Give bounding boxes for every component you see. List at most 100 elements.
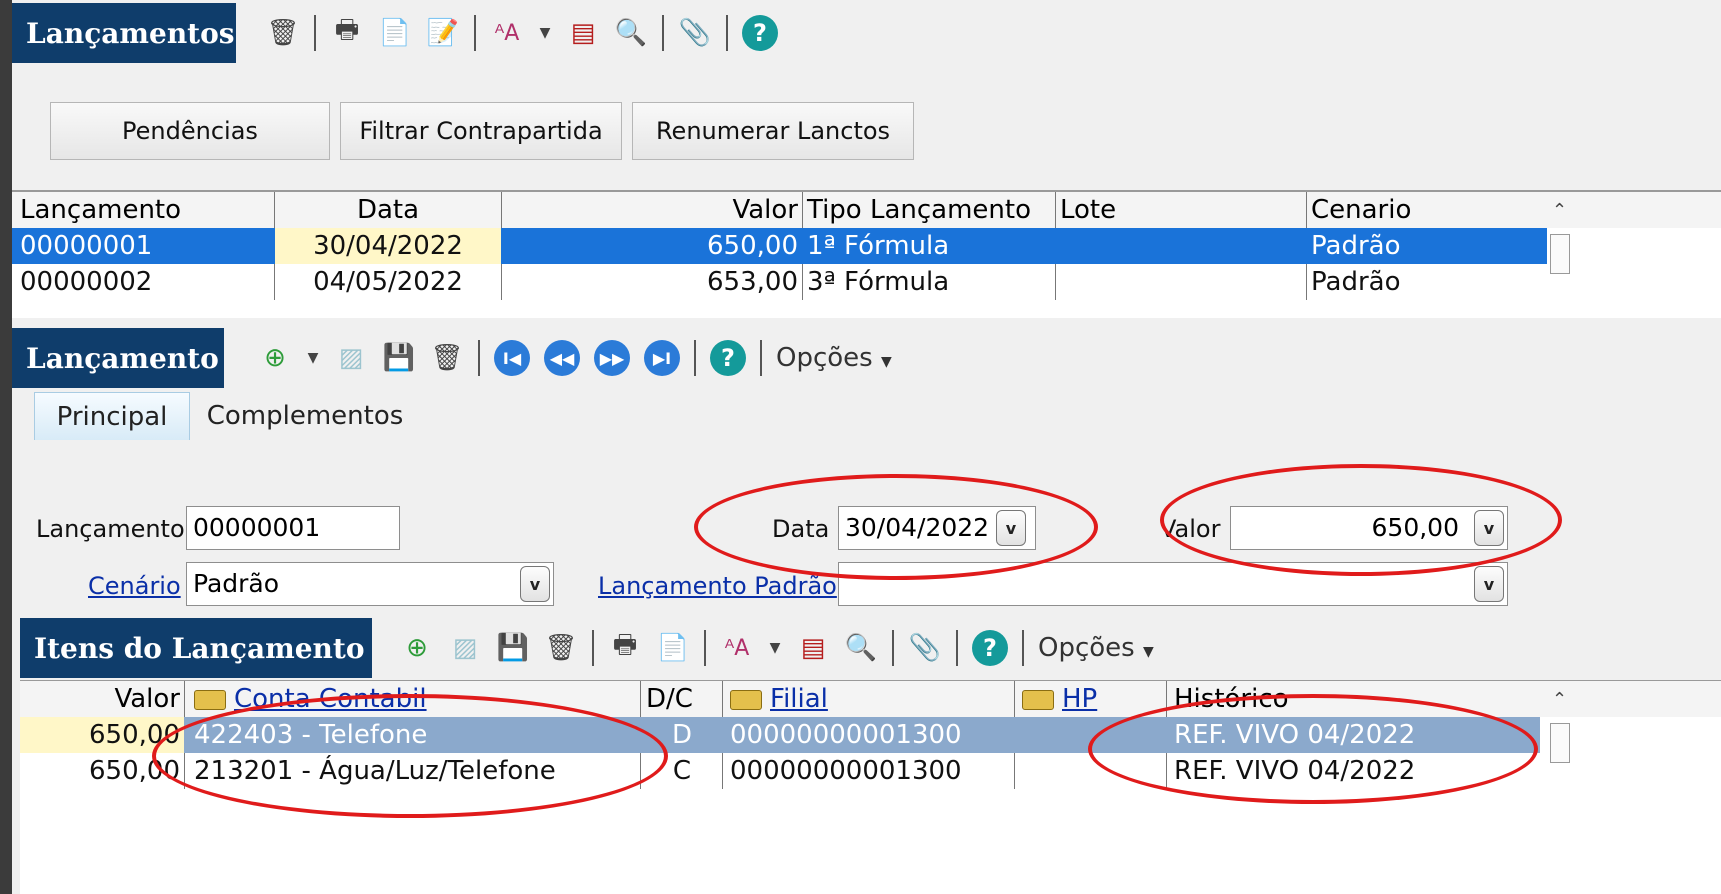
- first-icon[interactable]: I◀: [494, 340, 530, 376]
- valor-label: Valor: [1160, 515, 1221, 543]
- cenario-field[interactable]: Padrão: [186, 562, 554, 606]
- report-icon[interactable]: ▤: [796, 631, 830, 665]
- cell-valor: 650,00: [89, 756, 180, 786]
- export-icon[interactable]: 📄: [656, 631, 690, 665]
- printer-icon[interactable]: 🖶: [608, 630, 642, 665]
- cell-dc: C: [672, 756, 692, 786]
- toolbar-separator: [760, 340, 762, 376]
- valor-dropdown[interactable]: v: [1474, 510, 1504, 546]
- cenario-dropdown[interactable]: v: [520, 566, 550, 602]
- lancamentos-toolbar: 🗑 🖶 📄 📝 ᴬA ▼ ▤ 🔍 📎 ?: [250, 3, 778, 63]
- lancamentos-grid: Lançamento Data Valor Tipo Lançamento Lo…: [12, 190, 1721, 318]
- opcoes-label: Opções: [776, 343, 873, 373]
- col-valor[interactable]: Valor: [502, 192, 802, 228]
- chevron-down-icon[interactable]: ▼: [538, 16, 552, 50]
- toolbar-separator: [478, 340, 480, 376]
- table-row[interactable]: 650,00 422403 - Telefone D 0000000000130…: [20, 717, 1540, 753]
- cell-lancamento: 00000002: [20, 267, 153, 297]
- discard-icon[interactable]: ▨: [334, 341, 368, 375]
- table-row[interactable]: 650,00 213201 - Água/Luz/Telefone C 0000…: [20, 753, 1540, 789]
- save-icon[interactable]: 💾: [382, 341, 416, 375]
- help-icon[interactable]: ?: [742, 15, 778, 51]
- lancamento-field[interactable]: 00000001: [186, 506, 400, 550]
- report-icon[interactable]: ▤: [566, 16, 600, 50]
- col-data[interactable]: Data: [275, 192, 501, 228]
- toolbar-separator: [592, 630, 594, 666]
- col-historico[interactable]: Histórico: [1170, 681, 1540, 717]
- cell-lote: [1056, 228, 1306, 264]
- font-size-icon[interactable]: ᴬA: [490, 16, 524, 50]
- prev-icon[interactable]: ◀◀: [544, 340, 580, 376]
- cell-historico: REF. VIVO 04/2022: [1174, 720, 1416, 750]
- table-row[interactable]: 00000001 30/04/2022 650,00 1ª Fórmula Pa…: [12, 228, 1547, 264]
- scroll-up-icon[interactable]: ⌃: [1552, 689, 1567, 710]
- opcoes-menu[interactable]: Opções ▼: [1038, 633, 1154, 663]
- toolbar-separator: [662, 15, 664, 51]
- help-icon[interactable]: ?: [972, 630, 1008, 666]
- data-dropdown[interactable]: v: [996, 510, 1026, 546]
- itens-toolbar: ⊕ ▨ 💾 🗑 🖶 📄 ᴬA ▼ ▤ 🔍 📎 ? Opções ▼: [384, 618, 1154, 678]
- tab-complementos[interactable]: Complementos: [194, 392, 416, 440]
- scrollbar-thumb[interactable]: [1550, 234, 1570, 274]
- col-conta-contabil[interactable]: Conta Contabil: [190, 681, 638, 717]
- renumerar-lanctos-button[interactable]: Renumerar Lanctos: [632, 102, 914, 160]
- chevron-down-icon: ▼: [880, 354, 892, 370]
- col-lote[interactable]: Lote: [1056, 192, 1306, 228]
- search-icon[interactable]: 🔍: [844, 631, 878, 665]
- help-icon[interactable]: ?: [710, 340, 746, 376]
- col-lancamento[interactable]: Lançamento: [16, 192, 274, 228]
- toolbar-separator: [314, 15, 316, 51]
- trash-icon[interactable]: 🗑: [266, 16, 300, 50]
- folder-icon: [194, 689, 226, 710]
- itens-grid: Valor Conta Contabil D/C Filial HP Histó…: [20, 680, 1721, 894]
- application-window: Lançamentos 🗑 🖶 📄 📝 ᴬA ▼ ▤ 🔍 📎 ? Pendênc…: [12, 0, 1721, 894]
- valor-field[interactable]: 650,00: [1230, 506, 1508, 550]
- chevron-down-icon[interactable]: ▼: [306, 341, 320, 375]
- pendencias-button[interactable]: Pendências: [50, 102, 330, 160]
- itens-title: Itens do Lançamento: [20, 618, 372, 678]
- edit-icon[interactable]: 📝: [426, 16, 460, 50]
- col-tipo[interactable]: Tipo Lançamento: [803, 192, 1055, 228]
- next-icon[interactable]: ▶▶: [594, 340, 630, 376]
- scrollbar-thumb[interactable]: [1550, 723, 1570, 763]
- col-filial[interactable]: Filial: [726, 681, 1014, 717]
- opcoes-menu[interactable]: Opções ▼: [776, 343, 892, 373]
- opcoes-label: Opções: [1038, 633, 1135, 663]
- col-hp[interactable]: HP: [1018, 681, 1162, 717]
- toolbar-separator: [474, 15, 476, 51]
- discard-icon[interactable]: ▨: [448, 631, 482, 665]
- export-icon[interactable]: 📄: [378, 16, 412, 50]
- table-row[interactable]: 00000002 04/05/2022 653,00 3ª Fórmula Pa…: [12, 264, 1547, 300]
- grid-header: Valor Conta Contabil D/C Filial HP Histó…: [20, 681, 1721, 717]
- lancamento-toolbar: ⊕ ▼ ▨ 💾 🗑 I◀ ◀◀ ▶▶ ▶I ? Opções ▼: [242, 328, 892, 388]
- toolbar-separator: [1022, 630, 1024, 666]
- attach-icon[interactable]: 📎: [908, 631, 942, 665]
- toolbar-separator: [892, 630, 894, 666]
- save-icon[interactable]: 💾: [496, 631, 530, 665]
- cell-hp: [1018, 717, 1162, 753]
- search-icon[interactable]: 🔍: [614, 16, 648, 50]
- folder-icon: [730, 689, 762, 710]
- col-cenario[interactable]: Cenario: [1307, 192, 1547, 228]
- col-dc[interactable]: D/C: [642, 681, 722, 717]
- new-icon[interactable]: ⊕: [400, 631, 434, 665]
- trash-icon[interactable]: 🗑: [544, 631, 578, 665]
- cell-filial: 00000000001300: [730, 720, 962, 750]
- last-icon[interactable]: ▶I: [644, 340, 680, 376]
- filtrar-contrapartida-button[interactable]: Filtrar Contrapartida: [340, 102, 622, 160]
- font-size-icon[interactable]: ᴬA: [720, 631, 754, 665]
- folder-icon: [1022, 689, 1054, 710]
- lancamento-padrao-link[interactable]: Lançamento Padrão: [598, 572, 837, 600]
- new-icon[interactable]: ⊕: [258, 341, 292, 375]
- lancamento-padrao-dropdown[interactable]: v: [1474, 566, 1504, 602]
- printer-icon[interactable]: 🖶: [330, 15, 364, 50]
- scroll-up-icon[interactable]: ⌃: [1552, 200, 1567, 221]
- lancamento-padrao-field[interactable]: [838, 562, 1508, 606]
- col-valor[interactable]: Valor: [20, 681, 184, 717]
- trash-icon[interactable]: 🗑: [430, 341, 464, 375]
- chevron-down-icon[interactable]: ▼: [768, 631, 782, 665]
- tab-principal[interactable]: Principal: [34, 392, 190, 440]
- attach-icon[interactable]: 📎: [678, 16, 712, 50]
- cenario-link[interactable]: Cenário: [88, 572, 181, 600]
- lancamento-label: Lançamento: [36, 515, 185, 543]
